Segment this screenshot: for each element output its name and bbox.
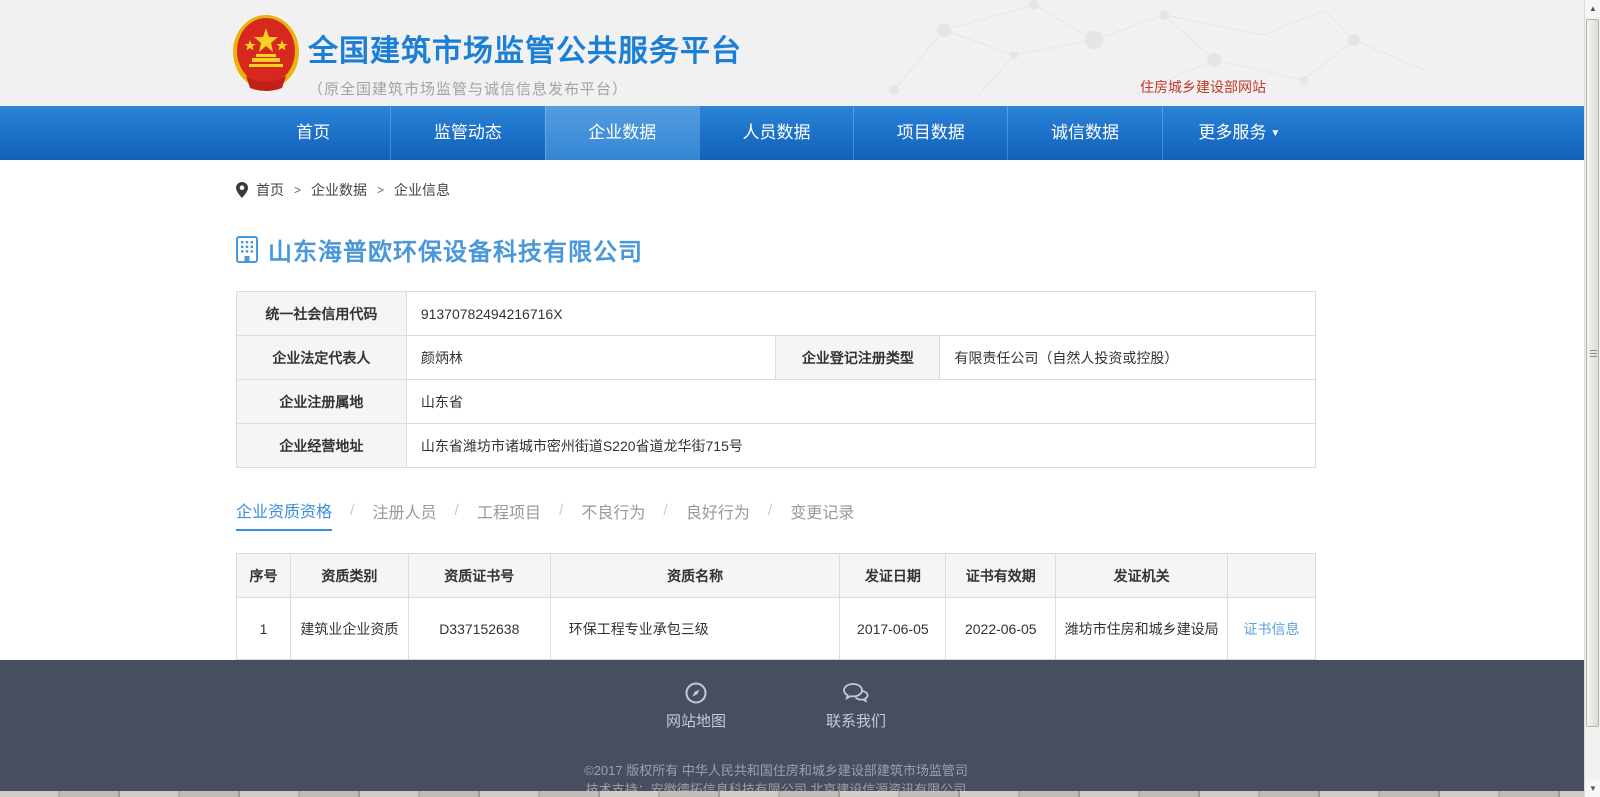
chevron-down-icon: ▼ [1270,128,1280,139]
nav-item-personnel-data[interactable]: 人员数据 [699,106,853,160]
cell-category: 建筑业企业资质 [290,598,408,660]
nav-item-credit-data[interactable]: 诚信数据 [1007,106,1161,160]
cell-authority: 潍坊市住房和城乡建设局 [1056,598,1228,660]
cell-cert-no: D337152638 [408,598,550,660]
location-pin-icon [236,182,248,198]
breadcrumb-home[interactable]: 首页 [256,180,284,200]
tab-change-records[interactable]: 变更记录 [790,499,854,530]
col-actions [1228,554,1316,598]
breadcrumb-separator: > [294,183,301,197]
copyright-text: ©2017 版权所有 中华人民共和国住房和城乡建设部建筑市场监管司 [236,760,1316,779]
qualification-table-header-row: 序号 资质类别 资质证书号 资质名称 发证日期 证书有效期 发证机关 [237,554,1316,598]
reg-type-label: 企业登记注册类型 [776,336,940,380]
company-info-table: 统一社会信用代码 91370782494216716X 企业法定代表人 颜炳林 … [236,291,1316,468]
breadcrumb-enterprise-info[interactable]: 企业信息 [394,180,450,200]
nav-item-supervision-news[interactable]: 监管动态 [390,106,544,160]
main-content: 首页 > 企业数据 > 企业信息 山东海普欧环保设备科技有限公司 [0,160,1584,660]
tab-separator: / [559,502,563,527]
vertical-scrollbar[interactable]: ▲ ▼ [1584,0,1600,797]
cell-valid-until: 2022-06-05 [946,598,1056,660]
col-issue-date: 发证日期 [840,554,946,598]
col-cert-no: 资质证书号 [408,554,550,598]
tab-good-behavior[interactable]: 良好行为 [686,499,750,530]
tab-separator: / [350,502,354,527]
col-seq: 序号 [237,554,291,598]
site-footer: 网站地图 联系我们 ©2017 版权所有 中华人民共和国住房和城乡建设部建筑市场… [0,660,1584,797]
scrollbar-up-arrow[interactable]: ▲ [1585,0,1600,17]
site-subtitle: （原全国建筑市场监管与诚信信息发布平台） [308,78,742,99]
table-row: 企业注册属地 山东省 [237,380,1316,424]
scrollbar-down-arrow[interactable]: ▼ [1585,780,1600,797]
sitemap-link[interactable]: 网站地图 [666,682,726,731]
cell-qual-name: 环保工程专业承包三级 [550,598,840,660]
tab-separator: / [454,502,458,527]
company-title-row: 山东海普欧环保设备科技有限公司 [236,232,1316,267]
tab-qualifications[interactable]: 企业资质资格 [236,498,332,531]
certificate-info-link[interactable]: 证书信息 [1244,621,1300,637]
nav-item-more-services[interactable]: 更多服务 ▼ [1162,106,1316,160]
credit-code-label: 统一社会信用代码 [237,292,407,336]
tab-projects[interactable]: 工程项目 [477,499,541,530]
site-title-block: 全国建筑市场监管公共服务平台 （原全国建筑市场监管与诚信信息发布平台） [308,26,742,99]
legal-rep-value: 颜炳林 [406,336,776,380]
reg-region-label: 企业注册属地 [237,380,407,424]
cell-seq: 1 [237,598,291,660]
scrollbar-grip [1590,350,1597,358]
tab-bad-behavior[interactable]: 不良行为 [581,499,645,530]
cell-issue-date: 2017-06-05 [840,598,946,660]
breadcrumb: 首页 > 企业数据 > 企业信息 [236,160,1316,200]
breadcrumb-enterprise-data[interactable]: 企业数据 [311,180,367,200]
breadcrumb-separator: > [377,183,384,197]
col-valid-until: 证书有效期 [946,554,1056,598]
nav-item-home[interactable]: 首页 [236,106,390,160]
contact-us-link[interactable]: 联系我们 [826,682,886,731]
qualification-table: 序号 资质类别 资质证书号 资质名称 发证日期 证书有效期 发证机关 1 建筑业… [236,553,1316,660]
col-authority: 发证机关 [1056,554,1228,598]
table-row: 企业经营地址 山东省潍坊市诸城市密州街道S220省道龙华街715号 [237,424,1316,468]
reg-type-value: 有限责任公司（自然人投资或控股） [940,336,1316,380]
page-title-company-name: 山东海普欧环保设备科技有限公司 [268,232,643,267]
scrollbar-thumb[interactable] [1586,19,1599,727]
site-header: 全国建筑市场监管公共服务平台 （原全国建筑市场监管与诚信信息发布平台） 住房城乡… [0,0,1584,106]
tab-registered-personnel[interactable]: 注册人员 [372,499,436,530]
address-label: 企业经营地址 [237,424,407,468]
sitemap-label: 网站地图 [666,713,726,730]
national-emblem-logo [232,14,300,92]
address-value: 山东省潍坊市诸城市密州街道S220省道龙华街715号 [406,424,1315,468]
nav-item-enterprise-data[interactable]: 企业数据 [545,106,699,160]
table-row: 企业法定代表人 颜炳林 企业登记注册类型 有限责任公司（自然人投资或控股） [237,336,1316,380]
tab-separator: / [663,502,667,527]
main-nav: 首页 监管动态 企业数据 人员数据 项目数据 诚信数据 更多服务 ▼ [0,106,1584,160]
reg-region-value: 山东省 [406,380,1315,424]
table-row: 统一社会信用代码 91370782494216716X [237,292,1316,336]
building-icon [236,236,258,263]
compass-icon [666,682,726,704]
tab-separator: / [768,502,772,527]
taskbar-edge [0,791,1584,797]
site-title: 全国建筑市场监管公共服务平台 [308,26,742,70]
col-category: 资质类别 [290,554,408,598]
table-row: 1 建筑业企业资质 D337152638 环保工程专业承包三级 2017-06-… [237,598,1316,660]
legal-rep-label: 企业法定代表人 [237,336,407,380]
col-qual-name: 资质名称 [550,554,840,598]
more-services-label: 更多服务 [1198,123,1266,142]
credit-code-value: 91370782494216716X [406,292,1315,336]
chat-bubbles-icon [826,682,886,704]
contact-us-label: 联系我们 [826,713,886,730]
nav-item-project-data[interactable]: 项目数据 [853,106,1007,160]
page: 全国建筑市场监管公共服务平台 （原全国建筑市场监管与诚信信息发布平台） 住房城乡… [0,0,1584,797]
detail-tabs: 企业资质资格 / 注册人员 / 工程项目 / 不良行为 / 良好行为 / 变更记… [236,498,1316,531]
mohurd-website-link[interactable]: 住房城乡建设部网站 [1140,77,1266,97]
